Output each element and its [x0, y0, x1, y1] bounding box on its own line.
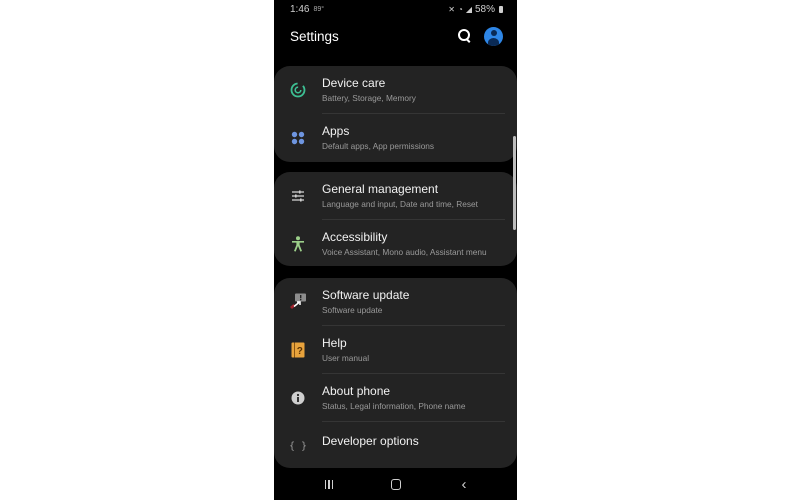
status-bar: 1:46 89° ✕ ◔ ◢ 58% [290, 3, 503, 15]
item-label: Software update [322, 288, 410, 302]
item-label: Developer options [322, 434, 419, 448]
battery-icon [499, 5, 503, 13]
settings-group-1: Device care Battery, Storage, Memory App… [274, 66, 517, 162]
item-label: About phone [322, 384, 391, 398]
back-icon[interactable]: ‹ [457, 476, 471, 493]
item-label: General management [322, 182, 439, 196]
app-header: Settings [290, 24, 503, 48]
accessibility-icon [288, 234, 308, 254]
settings-item-software-update[interactable]: Software update Software update [274, 278, 517, 326]
settings-item-about-phone[interactable]: About phone Status, Legal information, P… [274, 374, 517, 422]
settings-item-accessibility[interactable]: Accessibility Voice Assistant, Mono audi… [274, 220, 517, 268]
page-title: Settings [290, 28, 339, 44]
svg-text:?: ? [297, 346, 303, 357]
item-subtitle: User manual [322, 353, 370, 363]
settings-group-2: General management Language and input, D… [274, 172, 517, 266]
help-icon: ? [288, 340, 308, 360]
braces-icon: { } [288, 440, 308, 452]
home-icon[interactable] [389, 477, 403, 491]
item-label: Apps [322, 124, 350, 138]
item-label: Accessibility [322, 230, 388, 244]
recents-icon[interactable] [322, 477, 336, 491]
item-subtitle: Default apps, App permissions [322, 141, 435, 151]
item-label: Device care [322, 76, 386, 90]
status-time: 1:46 [290, 3, 310, 15]
battery-percent: 58% [474, 3, 495, 15]
item-subtitle: Software update [322, 305, 383, 315]
item-subtitle: Status, Legal information, Phone name [322, 401, 466, 411]
mute-icon: ✕ [448, 4, 455, 14]
sliders-icon [288, 186, 308, 206]
settings-item-general-management[interactable]: General management Language and input, D… [274, 172, 517, 220]
item-subtitle: Language and input, Date and time, Reset [322, 199, 478, 209]
status-temperature: 89° [313, 5, 325, 13]
account-icon[interactable] [484, 26, 503, 46]
item-subtitle: Voice Assistant, Mono audio, Assistant m… [322, 247, 487, 257]
device-care-icon [288, 80, 308, 100]
item-label: Help [322, 336, 347, 350]
settings-item-device-care[interactable]: Device care Battery, Storage, Memory [274, 66, 517, 114]
settings-item-developer-options[interactable]: { } Developer options [274, 422, 517, 470]
wifi-icon: ◔ [457, 4, 463, 14]
scrollbar[interactable] [513, 136, 516, 230]
item-subtitle: Battery, Storage, Memory [322, 93, 416, 103]
navigation-bar: ‹ [274, 470, 517, 498]
signal-icon: ◢ [465, 4, 472, 14]
apps-icon [288, 128, 308, 148]
settings-item-apps[interactable]: Apps Default apps, App permissions [274, 114, 517, 162]
settings-item-help[interactable]: ? Help User manual [274, 326, 517, 374]
search-icon[interactable] [456, 27, 474, 45]
software-update-icon [288, 292, 308, 312]
phone-screen: 1:46 89° ✕ ◔ ◢ 58% Settings Device care … [274, 0, 517, 500]
settings-group-3: Software update Software update ? Help U… [274, 278, 517, 468]
info-icon [288, 388, 308, 408]
